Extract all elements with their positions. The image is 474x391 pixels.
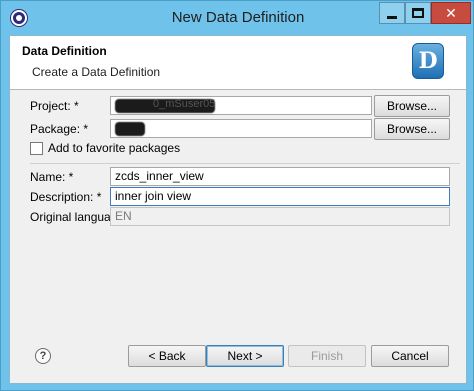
project-label: Project: * [30, 99, 79, 113]
banner-subtitle: Create a Data Definition [32, 65, 161, 79]
maximize-button[interactable] [405, 2, 431, 24]
help-icon[interactable]: ? [35, 348, 51, 364]
dialog-body: Data Definition Create a Data Definition… [9, 35, 467, 384]
original-language-field: EN [110, 207, 450, 226]
minimize-icon [387, 15, 397, 19]
description-label: Description: * [30, 190, 102, 204]
finish-button: Finish [288, 345, 366, 367]
wizard-banner: Data Definition Create a Data Definition… [10, 36, 466, 90]
project-browse-button[interactable]: Browse... [374, 95, 450, 117]
redacted-package-mask [115, 122, 145, 136]
back-button[interactable]: < Back [128, 345, 206, 367]
name-field[interactable]: zcds_inner_view [110, 167, 450, 186]
description-field[interactable]: inner join view [110, 187, 450, 206]
data-definition-icon: D [412, 43, 444, 79]
favorite-label[interactable]: Add to favorite packages [48, 141, 180, 155]
favorite-checkbox[interactable] [30, 142, 43, 155]
banner-title: Data Definition [22, 44, 107, 58]
next-button[interactable]: Next > [206, 345, 284, 367]
dialog-window: New Data Definition ✕ Data Definition Cr… [0, 0, 474, 391]
name-label: Name: * [30, 170, 74, 184]
package-label: Package: * [30, 122, 89, 136]
minimize-button[interactable] [379, 2, 405, 24]
cancel-button[interactable]: Cancel [371, 345, 449, 367]
maximize-icon [412, 8, 424, 18]
close-button[interactable]: ✕ [431, 2, 471, 24]
package-browse-button[interactable]: Browse... [374, 118, 450, 140]
title-bar[interactable]: New Data Definition ✕ [1, 1, 473, 35]
section-divider [30, 163, 460, 164]
project-value: 0_mSuser05 [153, 98, 216, 110]
close-icon: ✕ [445, 4, 457, 21]
package-field[interactable] [110, 119, 372, 138]
project-field[interactable]: 0_mSuser05 [110, 96, 372, 115]
